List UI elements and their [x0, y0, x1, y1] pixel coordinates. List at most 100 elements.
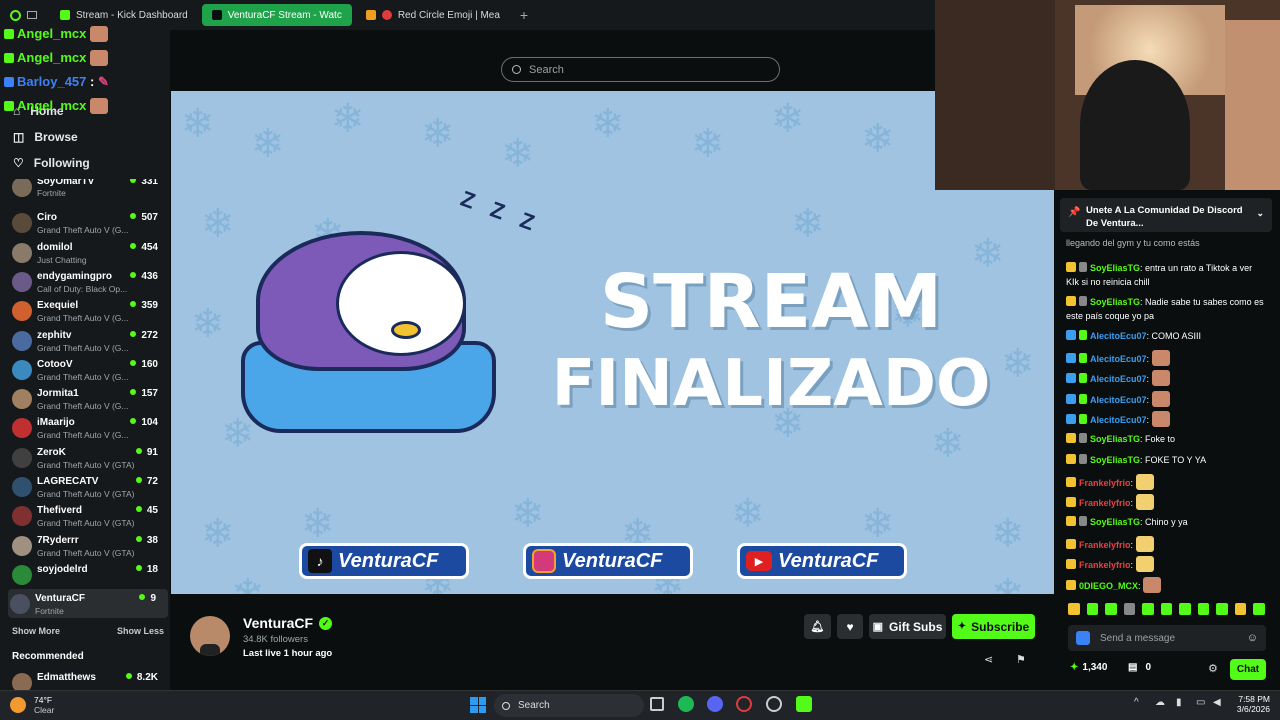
sidebar-channel-jormita1[interactable]: Jormita1 Grand Theft Auto V (G... 157 [10, 384, 170, 413]
video-player[interactable]: ❄❄❄❄❄❄❄❄❄❄❄❄❄❄❄❄❄❄❄❄❄❄❄❄❄❄❄❄❄❄❄❄ Z Z Z S… [171, 91, 1054, 594]
tab-venturacf-stream[interactable]: VenturaCF Stream - Watc [201, 4, 352, 26]
clock[interactable]: 7:58 PM 3/6/2026 [1234, 694, 1270, 714]
sidebar-toggle-icon[interactable] [27, 11, 37, 19]
microphone-icon[interactable]: ▮ [1176, 697, 1182, 708]
penguin-beak [391, 321, 421, 339]
taskbar-search[interactable]: Search [494, 694, 644, 717]
channel-name: zephitv [37, 329, 72, 341]
windows-start-icon[interactable] [470, 697, 486, 713]
emote-icon[interactable] [1179, 603, 1191, 615]
nav-following[interactable]: ♡ Following [0, 150, 170, 176]
chat-username[interactable]: Frankelyfrio [1079, 560, 1131, 570]
store-button[interactable]: ▤ 0 [1128, 662, 1151, 673]
chat-username[interactable]: Frankelyfrio [1079, 540, 1131, 550]
channel-avatar[interactable] [190, 616, 230, 656]
sidebar-channel-thefiverd[interactable]: Thefiverd Grand Theft Auto V (GTA) 45 [10, 501, 170, 530]
sidebar-channel-zerok[interactable]: ZeroK Grand Theft Auto V (GTA) 91 [10, 443, 170, 472]
weather-temp[interactable]: 74°F [34, 695, 52, 705]
chat-username[interactable]: Frankelyfrio [1079, 478, 1131, 488]
chat-username[interactable]: SoyEliasTG [1090, 434, 1140, 444]
sidebar-channel-7ryderrr[interactable]: 7Ryderrr Grand Theft Auto V (GTA) 38 [10, 531, 170, 560]
subscribe-button[interactable]: ✦ Subscribe [952, 614, 1035, 639]
channel-game: Just Chatting [37, 254, 87, 265]
subscriber-badge-icon [1066, 454, 1076, 464]
sidebar-channel-soyjodelrd[interactable]: soyjodelrd 18 [10, 560, 170, 589]
chat-username[interactable]: AlecitoEcu07 [1090, 415, 1147, 425]
message-text: llegando del gym y tu como estás [1066, 238, 1200, 248]
sidebar-channel-cotoov[interactable]: CotooV Grand Theft Auto V (G... 160 [10, 355, 170, 384]
chat-username[interactable]: AlecitoEcu07 [1090, 354, 1147, 364]
tab-red-circle-emoji[interactable]: Red Circle Emoji | Mea [356, 0, 510, 30]
red-circle-icon [381, 10, 392, 20]
emote-icon[interactable] [1086, 603, 1099, 615]
sidebar-channel-venturacf[interactable]: VenturaCF Fortnite 9 [8, 589, 168, 619]
channel-game: Grand Theft Auto V (G... [37, 225, 129, 236]
sidebar-channel-endygamingpro[interactable]: endygamingpro Call of Duty: Black Op... 43… [10, 267, 170, 296]
nav-browse[interactable]: ◫ Browse [0, 124, 170, 150]
follow-button[interactable]: ♥ [837, 614, 863, 639]
new-tab-button[interactable]: + [510, 0, 538, 30]
pinned-message[interactable]: 📌 Unete A La Comunidad De Discord De Ven… [1060, 198, 1272, 232]
discord-icon[interactable] [707, 696, 723, 712]
gift-subs-button[interactable]: ▣ Gift Subs [869, 614, 946, 639]
sidebar-channel-imaarijo[interactable]: iMaarijo Grand Theft Auto V (G... 104 [10, 413, 170, 442]
sidebar-channel-soyomartv[interactable]: SoyOmarTV Fortnite 331 [10, 179, 170, 199]
kick-emote-icon[interactable] [1076, 631, 1090, 645]
chat-username[interactable]: SoyEliasTG [1090, 263, 1140, 273]
sidebar-channel-zephitv[interactable]: zephitv Grand Theft Auto V (G... 272 [10, 326, 170, 355]
sidebar-channel-ciro[interactable]: Ciro Grand Theft Auto V (G... 507 [10, 208, 170, 237]
viewer-count: 38 [136, 535, 158, 546]
emote-icon: ✎ [97, 74, 109, 89]
show-more-link[interactable]: Show More [12, 626, 60, 636]
channel-name[interactable]: VenturaCF [243, 615, 313, 631]
emote-icon[interactable] [1234, 603, 1247, 615]
chat-username[interactable]: AlecitoEcu07 [1090, 395, 1147, 405]
spotify-icon[interactable] [678, 696, 694, 712]
emoji-icon[interactable]: ☺ [1247, 632, 1258, 644]
search-input[interactable]: Search [501, 57, 780, 82]
chevron-up-icon[interactable]: ^ [1134, 697, 1139, 708]
gear-icon[interactable]: ⚙ [1208, 662, 1218, 675]
emote-icon[interactable] [1105, 603, 1117, 615]
chat-username[interactable]: AlecitoEcu07 [1090, 374, 1147, 384]
task-view-icon[interactable] [650, 697, 664, 711]
emote-icon[interactable] [1142, 603, 1154, 615]
chat-username[interactable]: 0DIEGO_MCX [1079, 581, 1138, 591]
sidebar-channel-exequiel[interactable]: Exequiel Grand Theft Auto V (G... 359 [10, 296, 170, 325]
wall [1225, 20, 1280, 190]
obs-icon[interactable] [766, 696, 782, 712]
chat-username[interactable]: SoyEliasTG [1090, 297, 1140, 307]
cloud-icon[interactable]: ☁ [1155, 697, 1165, 708]
report-icon[interactable]: ⚑ [1016, 653, 1026, 666]
stream-title-line1: STREAM [599, 259, 943, 345]
emote-icon[interactable] [1253, 603, 1266, 615]
chat-send-button[interactable]: Chat [1230, 659, 1266, 680]
snowflake-icon: ❄ [861, 117, 895, 161]
chat-username[interactable]: SoyEliasTG [1090, 455, 1140, 465]
emote-icon[interactable] [1160, 603, 1173, 615]
emote-icon[interactable] [1068, 603, 1080, 615]
sidebar-channel-lagrecatv[interactable]: LAGRECATV Grand Theft Auto V (GTA) 72 [10, 472, 170, 501]
emote-icon[interactable] [1216, 603, 1228, 615]
emote-icon[interactable] [1123, 603, 1136, 615]
sidebar-channel-domilol[interactable]: domilol Just Chatting 454 [10, 238, 170, 267]
weather-icon[interactable] [10, 697, 26, 713]
share-icon[interactable]: ⋖ [984, 653, 993, 666]
notifications-button[interactable]: 🔔︎ [804, 614, 831, 639]
chat-username[interactable]: AlecitoEcu07 [1090, 331, 1147, 341]
chat-input[interactable]: Send a message ☺ [1068, 625, 1266, 651]
recommended-channel[interactable]: Edmatthews 8.2K [10, 668, 170, 690]
social-handle: VenturaCF [562, 549, 663, 572]
channel-points[interactable]: ✦ 1,340 [1070, 662, 1107, 673]
chat-username[interactable]: Frankelyfrio [1079, 498, 1131, 508]
network-icon[interactable]: ▭ [1196, 697, 1205, 708]
chevron-down-icon[interactable]: ⌄ [1256, 207, 1264, 220]
show-less-link[interactable]: Show Less [117, 626, 164, 636]
follower-count: 34.8K followers [243, 634, 308, 645]
kick-app-icon[interactable] [796, 696, 812, 712]
chat-username[interactable]: SoyEliasTG [1090, 517, 1140, 527]
browser-logo-icon[interactable] [10, 9, 21, 21]
emote-icon[interactable] [1197, 603, 1210, 615]
opera-gx-icon[interactable] [736, 696, 752, 712]
volume-icon[interactable]: ◀ [1213, 697, 1221, 708]
